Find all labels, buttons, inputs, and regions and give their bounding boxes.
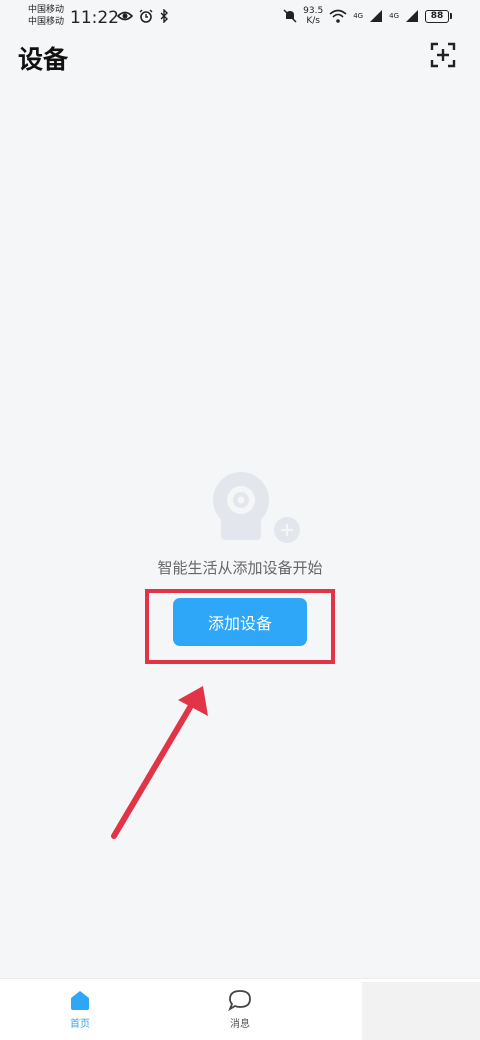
app-header: 设备 [0,36,480,76]
status-icons-left [117,9,169,23]
wifi-icon [329,9,347,23]
status-icons-right: 93.5 K/s 4G 4G 88 [283,6,452,26]
mute-icon [283,9,297,23]
carrier-2: 中国移动 [28,17,65,27]
signal-2-icon [406,10,418,22]
signal-1-label: 4G [353,12,364,20]
eye-icon [117,11,133,21]
add-device-button[interactable]: 添加设备 [173,598,307,646]
nav-item-home[interactable]: 首页 [0,979,160,1040]
empty-state-message: 智能生活从添加设备开始 [157,559,323,577]
signal-2-label: 4G [389,12,399,20]
net-speed-unit: K/s [306,16,320,26]
status-bar: 中国移动 中国移动 11:22 93.5 K/s 4G 4G 88 [0,0,480,36]
scan-icon[interactable] [430,42,456,68]
carrier-1: 中国移动 [28,5,65,15]
battery-tip [450,13,452,19]
message-icon [228,990,251,1011]
alarm-icon [139,9,153,23]
net-speed-value: 93.5 [303,6,324,16]
camera-illustration-icon [213,472,300,543]
battery-icon: 88 [425,9,452,23]
net-speed: 93.5 K/s [303,6,323,26]
status-time: 11:22 [70,8,119,28]
nav-label-messages: 消息 [230,1019,250,1030]
screen: 中国移动 中国移动 11:22 93.5 K/s 4G 4G 88 设备 智能生… [0,0,480,1040]
watermark-overlay [362,982,480,1040]
bottom-nav: 首页 消息 [0,978,480,1040]
signal-1-icon [370,10,383,22]
carrier-info: 中国移动 中国移动 [28,4,64,28]
nav-label-home: 首页 [70,1019,90,1030]
bluetooth-icon [160,9,168,23]
page-title: 设备 [18,45,69,74]
battery-level: 88 [425,9,449,23]
home-icon [71,991,89,1010]
nav-item-messages[interactable]: 消息 [160,979,320,1040]
